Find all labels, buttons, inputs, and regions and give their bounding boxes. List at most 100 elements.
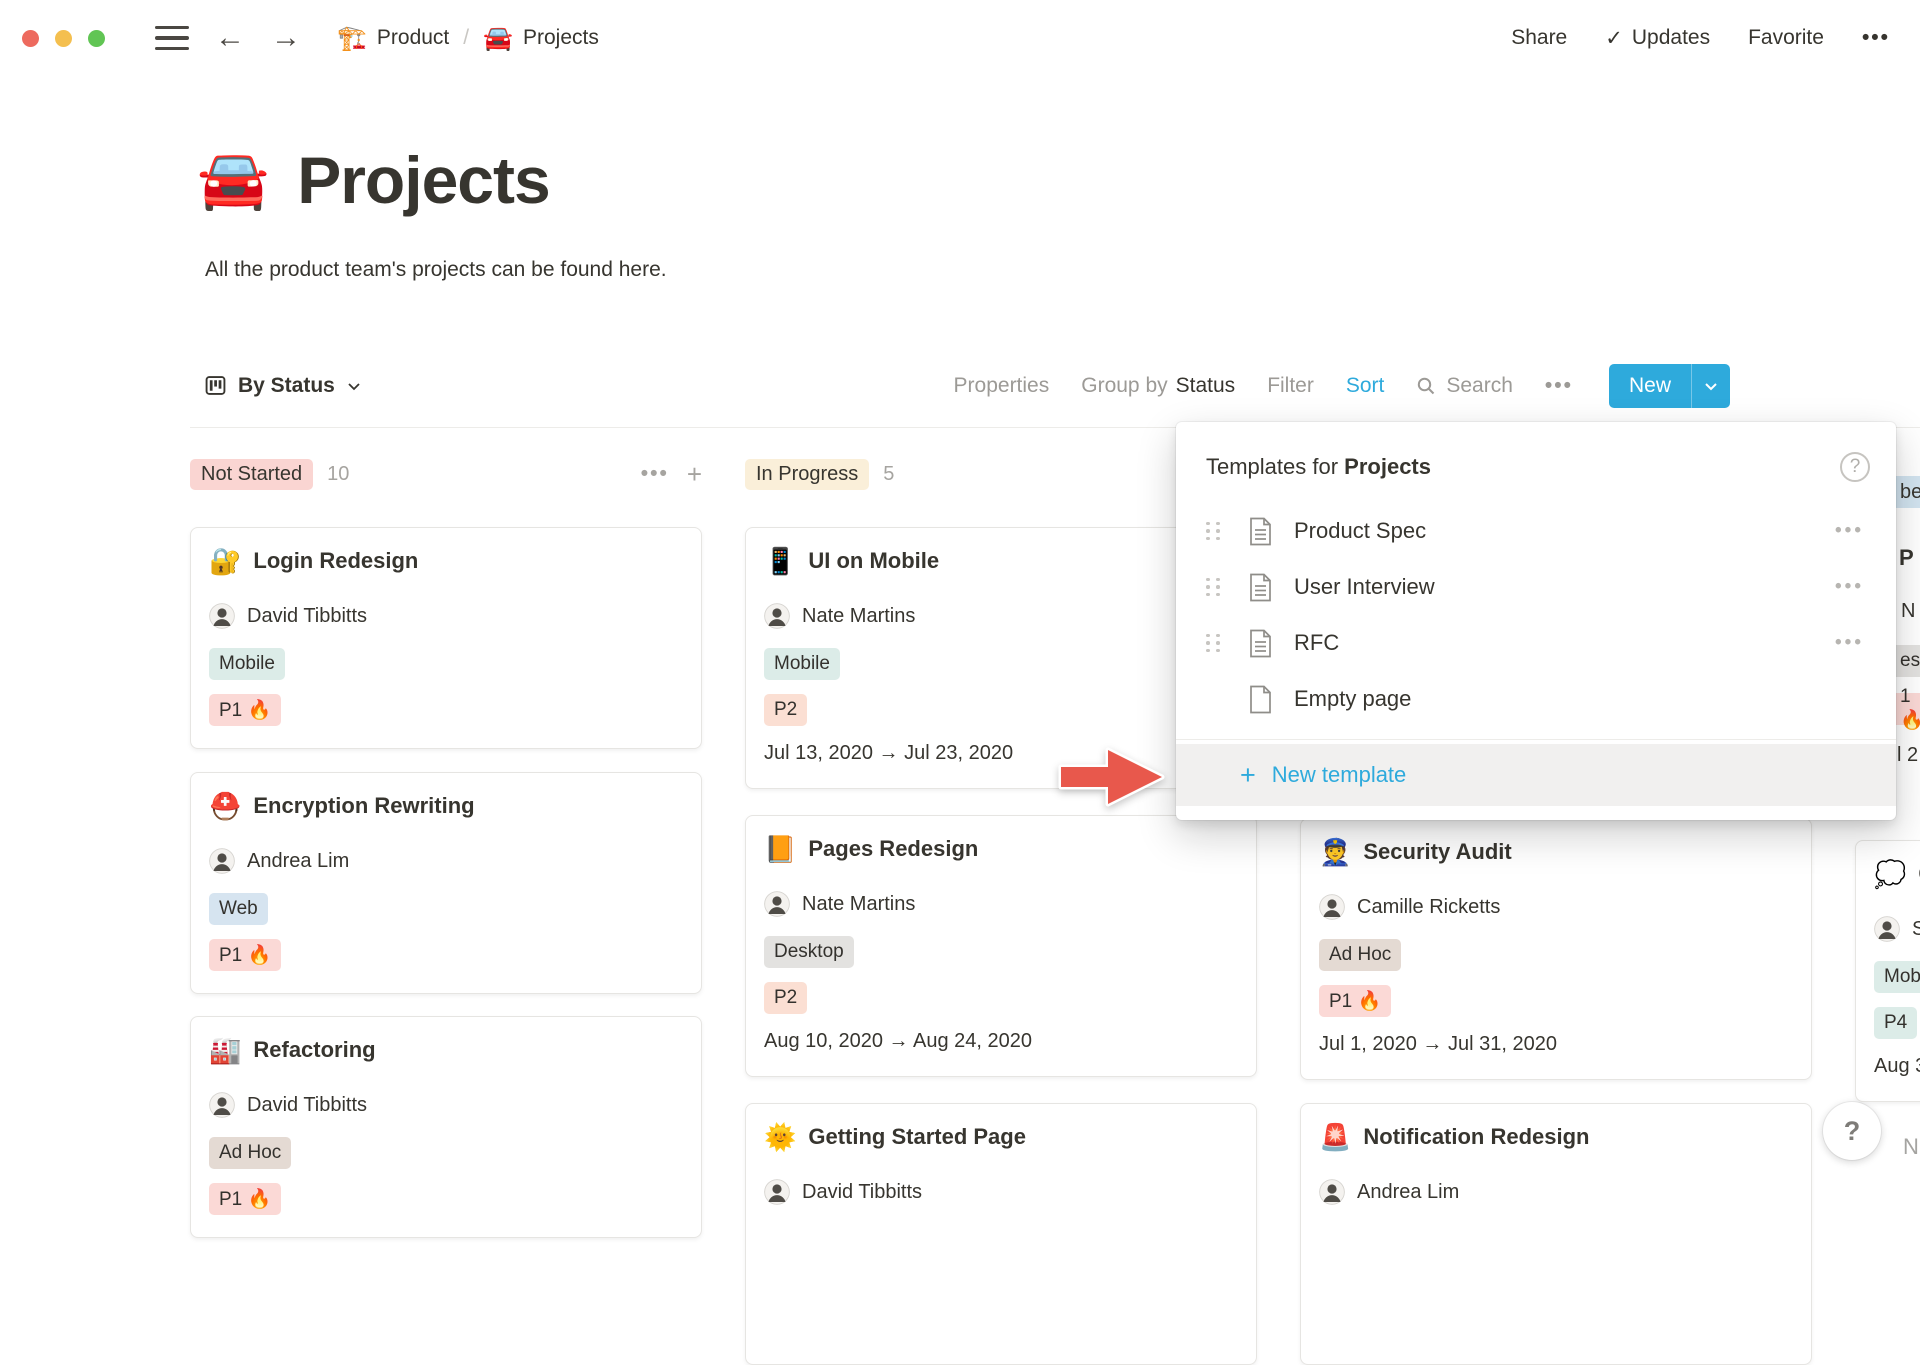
column-more-icon[interactable]: ••• xyxy=(641,462,669,486)
priority-tag: P1 🔥 xyxy=(209,694,281,726)
avatar xyxy=(764,603,790,629)
toolbar-more-button[interactable]: ••• xyxy=(1545,374,1573,398)
new-template-button[interactable]: + New template xyxy=(1176,744,1896,806)
column-status-badge[interactable]: Not Started xyxy=(190,459,313,490)
car-emoji-icon: 🚘 xyxy=(483,24,513,53)
plus-icon: + xyxy=(1240,760,1256,791)
view-name: By Status xyxy=(238,374,335,398)
breadcrumb-product[interactable]: 🏗️ Product xyxy=(337,24,449,53)
chevron-down-icon xyxy=(347,381,361,391)
templates-popup: Templates for Projects ? Product Spec ••… xyxy=(1176,422,1896,820)
orange-book-emoji-icon: 📙 xyxy=(764,836,796,862)
more-options-button[interactable]: ••• xyxy=(1862,26,1890,50)
red-arrow-annotation xyxy=(1056,742,1168,812)
date-range: Jul 1, 2020 → Jul 31, 2020 xyxy=(1319,1033,1793,1056)
back-arrow-icon[interactable]: ← xyxy=(215,23,245,53)
help-button[interactable]: ? xyxy=(1823,1102,1881,1160)
column-add-icon[interactable]: + xyxy=(687,459,702,490)
breadcrumb-product-label: Product xyxy=(377,26,449,50)
updates-button[interactable]: ✓ Updates xyxy=(1605,26,1710,51)
column-status-badge[interactable]: In Progress xyxy=(745,459,869,490)
templates-popup-heading: Templates for Projects xyxy=(1206,454,1431,480)
priority-tag: P4 xyxy=(1874,1007,1917,1039)
sidebar-menu-icon[interactable] xyxy=(155,26,189,51)
project-card[interactable]: 🌞Getting Started Page David Tibbitts xyxy=(745,1103,1257,1365)
template-item-user-interview[interactable]: User Interview ••• xyxy=(1176,559,1896,615)
assignee-name: David Tibbitts xyxy=(247,605,367,628)
template-more-icon[interactable]: ••• xyxy=(1835,632,1864,654)
avatar xyxy=(764,1179,790,1205)
platform-tag: Mobile xyxy=(209,648,285,680)
group-by-button[interactable]: Group by Status xyxy=(1081,374,1235,398)
search-icon xyxy=(1416,376,1436,396)
template-item-product-spec[interactable]: Product Spec ••• xyxy=(1176,503,1896,559)
card-title: UI on Mobile xyxy=(808,548,939,574)
breadcrumb-separator: / xyxy=(463,26,469,50)
template-label: User Interview xyxy=(1294,574,1435,600)
new-button[interactable]: New xyxy=(1609,364,1730,408)
platform-tag: Ad Hoc xyxy=(1319,939,1401,971)
assignee-name: Andrea Lim xyxy=(247,850,349,873)
mobile-phone-emoji-icon: 📱 xyxy=(764,548,796,574)
priority-tag: P1 🔥 xyxy=(1319,985,1391,1017)
drag-handle-icon[interactable] xyxy=(1206,578,1221,597)
project-card[interactable]: 🔐Login Redesign David Tibbitts Mobile P1… xyxy=(190,527,702,749)
drag-handle-icon[interactable] xyxy=(1206,522,1221,541)
project-card[interactable]: 💭C S Mob P4 Aug 3 xyxy=(1855,840,1920,1102)
rotating-light-emoji-icon: 🚨 xyxy=(1319,1124,1351,1150)
minimize-window-button[interactable] xyxy=(55,30,72,47)
group-by-label: Group by xyxy=(1081,374,1167,398)
priority-tag: P1 🔥 xyxy=(209,1183,281,1215)
priority-tag: P2 xyxy=(764,982,807,1014)
breadcrumb-projects[interactable]: 🚘 Projects xyxy=(483,24,599,53)
close-window-button[interactable] xyxy=(22,30,39,47)
forward-arrow-icon[interactable]: → xyxy=(271,23,301,53)
project-card[interactable]: ⛑️Encryption Rewriting Andrea Lim Web P1… xyxy=(190,772,702,994)
avatar xyxy=(209,848,235,874)
project-card[interactable]: 📙Pages Redesign Nate Martins Desktop P2 … xyxy=(745,815,1257,1077)
template-label: Product Spec xyxy=(1294,518,1426,544)
avatar xyxy=(1319,1179,1345,1205)
clipped-card-assignee-fragment: N xyxy=(1901,600,1915,623)
assignee-name: David Tibbitts xyxy=(247,1094,367,1117)
project-card[interactable]: 🚨Notification Redesign Andrea Lim xyxy=(1300,1103,1812,1365)
factory-emoji-icon: 🏭 xyxy=(209,1037,241,1063)
template-item-empty-page[interactable]: Empty page xyxy=(1176,671,1896,727)
view-toolbar: By Status Properties Group by Status Fil… xyxy=(190,344,1920,428)
page-car-emoji-icon: 🚘 xyxy=(197,151,269,209)
page-title: Projects xyxy=(297,142,549,218)
avatar xyxy=(209,1092,235,1118)
document-icon xyxy=(1249,629,1272,658)
project-card[interactable]: 🏭Refactoring David Tibbitts Ad Hoc P1 🔥 xyxy=(190,1016,702,1238)
sort-button[interactable]: Sort xyxy=(1346,374,1385,398)
card-title: Pages Redesign xyxy=(808,836,978,862)
new-dropdown-chevron-icon[interactable] xyxy=(1692,381,1730,391)
thought-balloon-emoji-icon: 💭 xyxy=(1874,861,1906,887)
template-item-rfc[interactable]: RFC ••• xyxy=(1176,615,1896,671)
clipped-card-title-fragment: P xyxy=(1899,545,1914,571)
zoom-window-button[interactable] xyxy=(88,30,105,47)
lock-emoji-icon: 🔐 xyxy=(209,548,241,574)
clipped-date-fragment: l 2 xyxy=(1897,744,1918,767)
template-more-icon[interactable]: ••• xyxy=(1835,576,1864,598)
template-more-icon[interactable]: ••• xyxy=(1835,520,1864,542)
date-range: Aug 3 xyxy=(1874,1055,1920,1078)
column-count: 10 xyxy=(327,463,349,486)
templates-help-icon[interactable]: ? xyxy=(1840,452,1870,482)
avatar xyxy=(209,603,235,629)
template-label: Empty page xyxy=(1294,686,1411,712)
card-title: Refactoring xyxy=(253,1037,375,1063)
share-button[interactable]: Share xyxy=(1511,26,1567,50)
breadcrumb: 🏗️ Product / 🚘 Projects xyxy=(337,24,599,53)
filter-button[interactable]: Filter xyxy=(1267,374,1314,398)
card-title: Encryption Rewriting xyxy=(253,793,474,819)
view-selector[interactable]: By Status xyxy=(205,374,361,398)
search-button[interactable]: Search xyxy=(1416,374,1513,398)
document-icon xyxy=(1249,573,1272,602)
properties-button[interactable]: Properties xyxy=(954,374,1050,398)
card-title: Security Audit xyxy=(1363,839,1511,865)
project-card[interactable]: 👮Security Audit Camille Ricketts Ad Hoc … xyxy=(1300,818,1812,1080)
favorite-button[interactable]: Favorite xyxy=(1748,26,1824,50)
drag-handle-icon[interactable] xyxy=(1206,634,1221,653)
sun-emoji-icon: 🌞 xyxy=(764,1124,796,1150)
